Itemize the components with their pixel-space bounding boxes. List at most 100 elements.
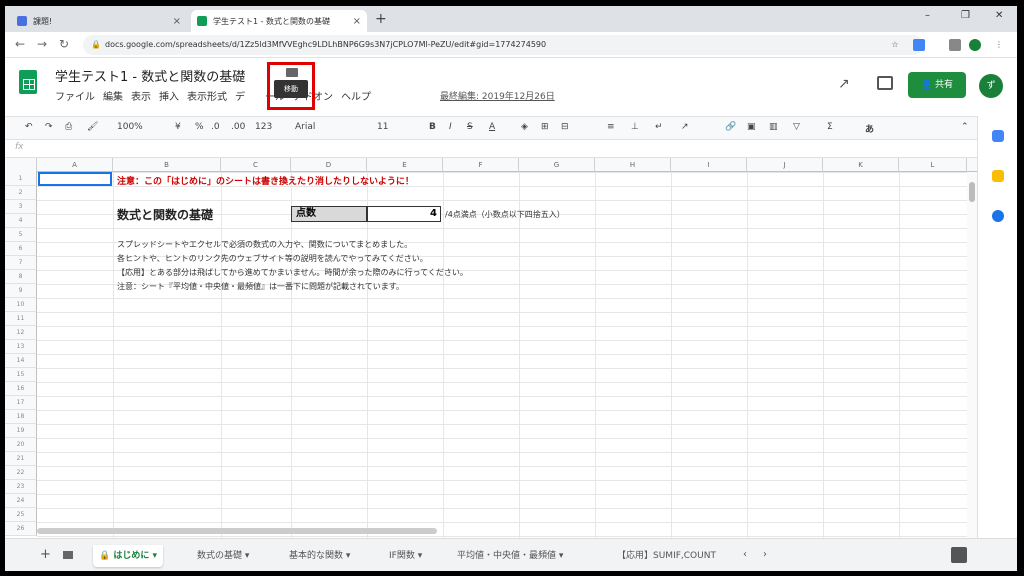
close-tab-icon[interactable]: ×	[173, 16, 181, 27]
menu-format[interactable]: 表示形式	[187, 88, 227, 103]
merge-cells-icon[interactable]: ⊟	[561, 122, 569, 132]
horizontal-scrollbar[interactable]	[37, 528, 437, 534]
vertical-scrollbar[interactable]	[967, 172, 977, 538]
zoom-select[interactable]: 100%	[117, 122, 143, 132]
row-header[interactable]: 2	[5, 186, 37, 200]
row-header[interactable]: 11	[5, 312, 37, 326]
increase-decimal-button[interactable]: .00	[231, 122, 245, 132]
document-title[interactable]: 学生テスト1 - 数式と関数の基礎	[55, 66, 245, 85]
borders-icon[interactable]: ⊞	[541, 122, 549, 132]
score-value-cell[interactable]: 4	[367, 206, 441, 222]
undo-icon[interactable]: ↶	[25, 122, 33, 132]
fill-color-icon[interactable]: ◈	[521, 122, 528, 132]
collapse-toolbar-icon[interactable]: ⌃	[961, 122, 969, 132]
row-header[interactable]: 3	[5, 200, 37, 214]
row-header[interactable]: 9	[5, 284, 37, 298]
row-header[interactable]: 10	[5, 298, 37, 312]
column-header[interactable]: A	[37, 158, 113, 172]
menu-edit[interactable]: 編集	[103, 88, 123, 103]
menu-help[interactable]: ヘルプ	[341, 88, 371, 103]
column-header[interactable]: L	[899, 158, 967, 172]
column-header[interactable]: C	[221, 158, 291, 172]
text-color-button[interactable]: A	[489, 122, 495, 132]
menu-file[interactable]: ファイル	[55, 88, 95, 103]
column-header[interactable]: G	[519, 158, 595, 172]
row-header[interactable]: 24	[5, 494, 37, 508]
column-header[interactable]: J	[747, 158, 823, 172]
close-tab-icon[interactable]: ×	[353, 16, 361, 27]
row-header[interactable]: 15	[5, 368, 37, 382]
forward-arrow-icon[interactable]: →	[37, 37, 47, 51]
row-header[interactable]: 26	[5, 522, 37, 536]
align-icon[interactable]: ≡	[607, 122, 615, 132]
currency-button[interactable]: ¥	[175, 122, 181, 132]
maximize-button[interactable]: ❐	[961, 10, 970, 21]
row-header[interactable]: 19	[5, 424, 37, 438]
new-tab-button[interactable]: +	[375, 11, 387, 27]
comment-icon[interactable]	[877, 76, 893, 90]
italic-button[interactable]: I	[449, 122, 452, 132]
keep-icon[interactable]	[992, 170, 1004, 182]
link-icon[interactable]: 🔗	[725, 122, 736, 132]
avatar[interactable]: ず	[979, 74, 1003, 98]
column-header[interactable]: B	[113, 158, 221, 172]
column-header[interactable]: I	[671, 158, 747, 172]
menu-data[interactable]: デ	[235, 88, 245, 103]
row-header[interactable]: 14	[5, 354, 37, 368]
close-window-button[interactable]: ✕	[995, 10, 1003, 21]
scrollbar-thumb[interactable]	[969, 182, 975, 202]
all-sheets-icon[interactable]	[63, 551, 73, 559]
paint-format-icon[interactable]: 🖌	[87, 122, 98, 132]
browser-tab-spreadsheet[interactable]: 学生テスト1 - 数式と関数の基礎 ×	[191, 10, 367, 32]
wrap-icon[interactable]: ↵	[655, 122, 663, 132]
menu-dots-icon[interactable]: ⋮	[993, 39, 1005, 51]
extension-icon[interactable]	[949, 39, 961, 51]
tasks-icon[interactable]	[992, 210, 1004, 222]
strikethrough-button[interactable]: S	[467, 122, 473, 132]
row-header[interactable]: 23	[5, 480, 37, 494]
spreadsheet-grid[interactable]: A B C D E F G H I J K L 1 2 3 4 5 6 7 8 9 10 11 12 1…	[5, 158, 977, 538]
select-all-corner[interactable]	[5, 158, 37, 172]
row-header[interactable]: 5	[5, 228, 37, 242]
row-header[interactable]: 8	[5, 270, 37, 284]
sheets-logo-icon[interactable]	[19, 70, 37, 94]
percent-button[interactable]: %	[195, 122, 204, 132]
insert-comment-icon[interactable]: ▣	[747, 122, 756, 132]
input-tools-button[interactable]: あ	[865, 122, 874, 135]
row-header[interactable]: 25	[5, 508, 37, 522]
formula-bar[interactable]: fx	[5, 140, 977, 158]
row-header[interactable]: 6	[5, 242, 37, 256]
filter-icon[interactable]: ▽	[793, 122, 800, 132]
scroll-tabs-right-icon[interactable]: ›	[763, 549, 767, 560]
bookmark-star-icon[interactable]: ☆	[889, 39, 901, 51]
back-arrow-icon[interactable]: ←	[15, 37, 25, 51]
menu-insert[interactable]: 挿入	[159, 88, 179, 103]
minimize-button[interactable]: –	[925, 10, 930, 21]
font-size-select[interactable]: 11	[377, 122, 388, 132]
more-formats-button[interactable]: 123	[255, 122, 272, 132]
add-sheet-button[interactable]: +	[40, 547, 51, 562]
functions-button[interactable]: Σ	[827, 122, 833, 132]
share-button[interactable]: 👤 共有	[908, 72, 966, 98]
column-header[interactable]: F	[443, 158, 519, 172]
row-header[interactable]: 13	[5, 340, 37, 354]
menu-view[interactable]: 表示	[131, 88, 151, 103]
row-header[interactable]: 7	[5, 256, 37, 270]
sheet-tab-advanced-sumif[interactable]: 【応用】SUMIF,COUNT	[617, 547, 716, 565]
print-icon[interactable]: ⎙	[65, 122, 72, 132]
last-edit-link[interactable]: 最終編集: 2019年12月26日	[440, 89, 555, 102]
translate-icon[interactable]	[913, 39, 925, 51]
bold-button[interactable]: B	[429, 122, 436, 132]
row-header[interactable]: 18	[5, 410, 37, 424]
reload-icon[interactable]: ↻	[59, 37, 69, 51]
sheet-tab-basic-functions[interactable]: 基本的な関数 ▾	[289, 547, 350, 565]
row-header[interactable]: 21	[5, 452, 37, 466]
calendar-icon[interactable]	[992, 130, 1004, 142]
column-header[interactable]: H	[595, 158, 671, 172]
row-header[interactable]: 1	[5, 172, 37, 186]
sheet-tab-intro[interactable]: 🔒 はじめに ▾	[93, 545, 164, 567]
url-bar[interactable]: 🔒 docs.google.com/spreadsheets/d/1Zz5ld3…	[83, 35, 923, 55]
sheet-tab-if-function[interactable]: IF関数 ▾	[389, 547, 422, 565]
column-header[interactable]: K	[823, 158, 899, 172]
column-header[interactable]: D	[291, 158, 367, 172]
